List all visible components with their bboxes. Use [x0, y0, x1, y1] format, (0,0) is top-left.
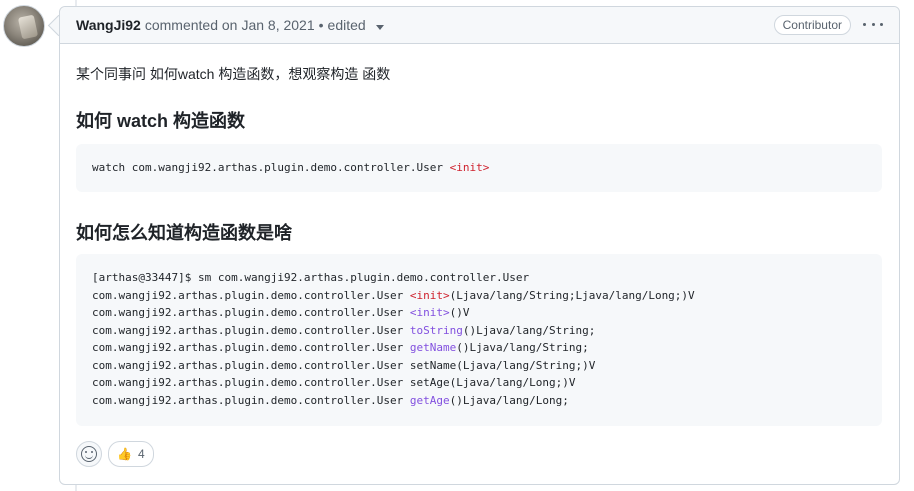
code-line: com.wangji92.arthas.plugin.demo.controll… [92, 392, 882, 410]
code-token: getName [409, 341, 457, 354]
code-text: ()Ljava/lang/Long; [449, 393, 569, 407]
thumbs-up-icon: 👍 [117, 447, 132, 461]
code-text: ()Ljava/lang/String; [456, 341, 589, 354]
code-text: com.wangji92.arthas.plugin.demo.controll… [92, 376, 410, 389]
thumbs-up-reaction[interactable]: 👍 4 [108, 441, 154, 467]
comment-header: WangJi92 commented on Jan 8, 2021 • edit… [60, 7, 899, 44]
code-text: [arthas@33447]$ sm com.wangji92.arthas.p… [92, 271, 530, 284]
code-line: com.wangji92.arthas.plugin.demo.controll… [92, 322, 882, 340]
reactions-bar: 👍 4 [76, 441, 154, 467]
code-token: <init> [409, 306, 450, 319]
intro-text: 某个同事问 如何watch 构造函数，想观察构造 函数 [76, 66, 391, 82]
code-text: com.wangji92.arthas.plugin.demo.controll… [92, 323, 410, 337]
code-text: (Ljava/lang/String;Ljava/lang/Long;)V [449, 288, 695, 302]
code-token: getAge [409, 393, 450, 407]
code-text: setName(Ljava/lang/String;)V [409, 358, 596, 372]
code-token: <init> [409, 288, 450, 302]
code-line: com.wangji92.arthas.plugin.demo.controll… [92, 357, 882, 375]
add-reaction-button[interactable] [76, 441, 102, 467]
code-line: com.wangji92.arthas.plugin.demo.controll… [92, 339, 882, 357]
code-line: com.wangji92.arthas.plugin.demo.controll… [92, 287, 882, 305]
edited-label: edited [327, 17, 366, 33]
edited-dropdown[interactable]: edited [328, 17, 384, 33]
code-token: <init> [449, 161, 490, 174]
comment-container: WangJi92 commented on Jan 8, 2021 • edit… [59, 6, 900, 485]
reaction-count: 4 [137, 447, 145, 461]
code-text: setAge(Ljava/lang/Long;)V [409, 376, 576, 389]
code-line: [arthas@33447]$ sm com.wangji92.arthas.p… [92, 269, 882, 287]
code-text: com.wangji92.arthas.plugin.demo.controll… [92, 393, 410, 407]
code-text: com.wangji92.arthas.plugin.demo.controll… [92, 358, 410, 372]
kebab-horizontal-icon[interactable] [863, 16, 883, 32]
heading-how-know: 如何怎么知道构造函数是啥 [76, 223, 292, 243]
author-link[interactable]: WangJi92 [76, 17, 141, 33]
code-block-sm: [arthas@33447]$ sm com.wangji92.arthas.p… [76, 254, 882, 426]
code-token: toString [409, 323, 463, 337]
code-text: watch com.wangji92.arthas.plugin.demo.co… [92, 161, 450, 174]
caret-down-icon [375, 25, 384, 30]
code-block-watch: watch com.wangji92.arthas.plugin.demo.co… [76, 144, 882, 192]
contributor-badge: Contributor [773, 15, 851, 35]
code-line: com.wangji92.arthas.plugin.demo.controll… [92, 304, 882, 322]
code-text: com.wangji92.arthas.plugin.demo.controll… [92, 306, 410, 319]
code-text: com.wangji92.arthas.plugin.demo.controll… [92, 341, 410, 354]
code-text: ()Ljava/lang/String; [462, 323, 596, 337]
code-text: ()V [449, 306, 470, 319]
code-line: watch com.wangji92.arthas.plugin.demo.co… [92, 159, 882, 177]
comment-action: commented on [144, 17, 238, 33]
meta-separator: • [318, 17, 324, 33]
avatar[interactable] [3, 5, 45, 47]
smiley-icon [81, 446, 97, 462]
code-text: com.wangji92.arthas.plugin.demo.controll… [92, 288, 410, 302]
code-line: com.wangji92.arthas.plugin.demo.controll… [92, 374, 882, 392]
comment-date[interactable]: Jan 8, 2021 [241, 17, 314, 33]
heading-watch: 如何 watch 构造函数 [76, 111, 246, 131]
